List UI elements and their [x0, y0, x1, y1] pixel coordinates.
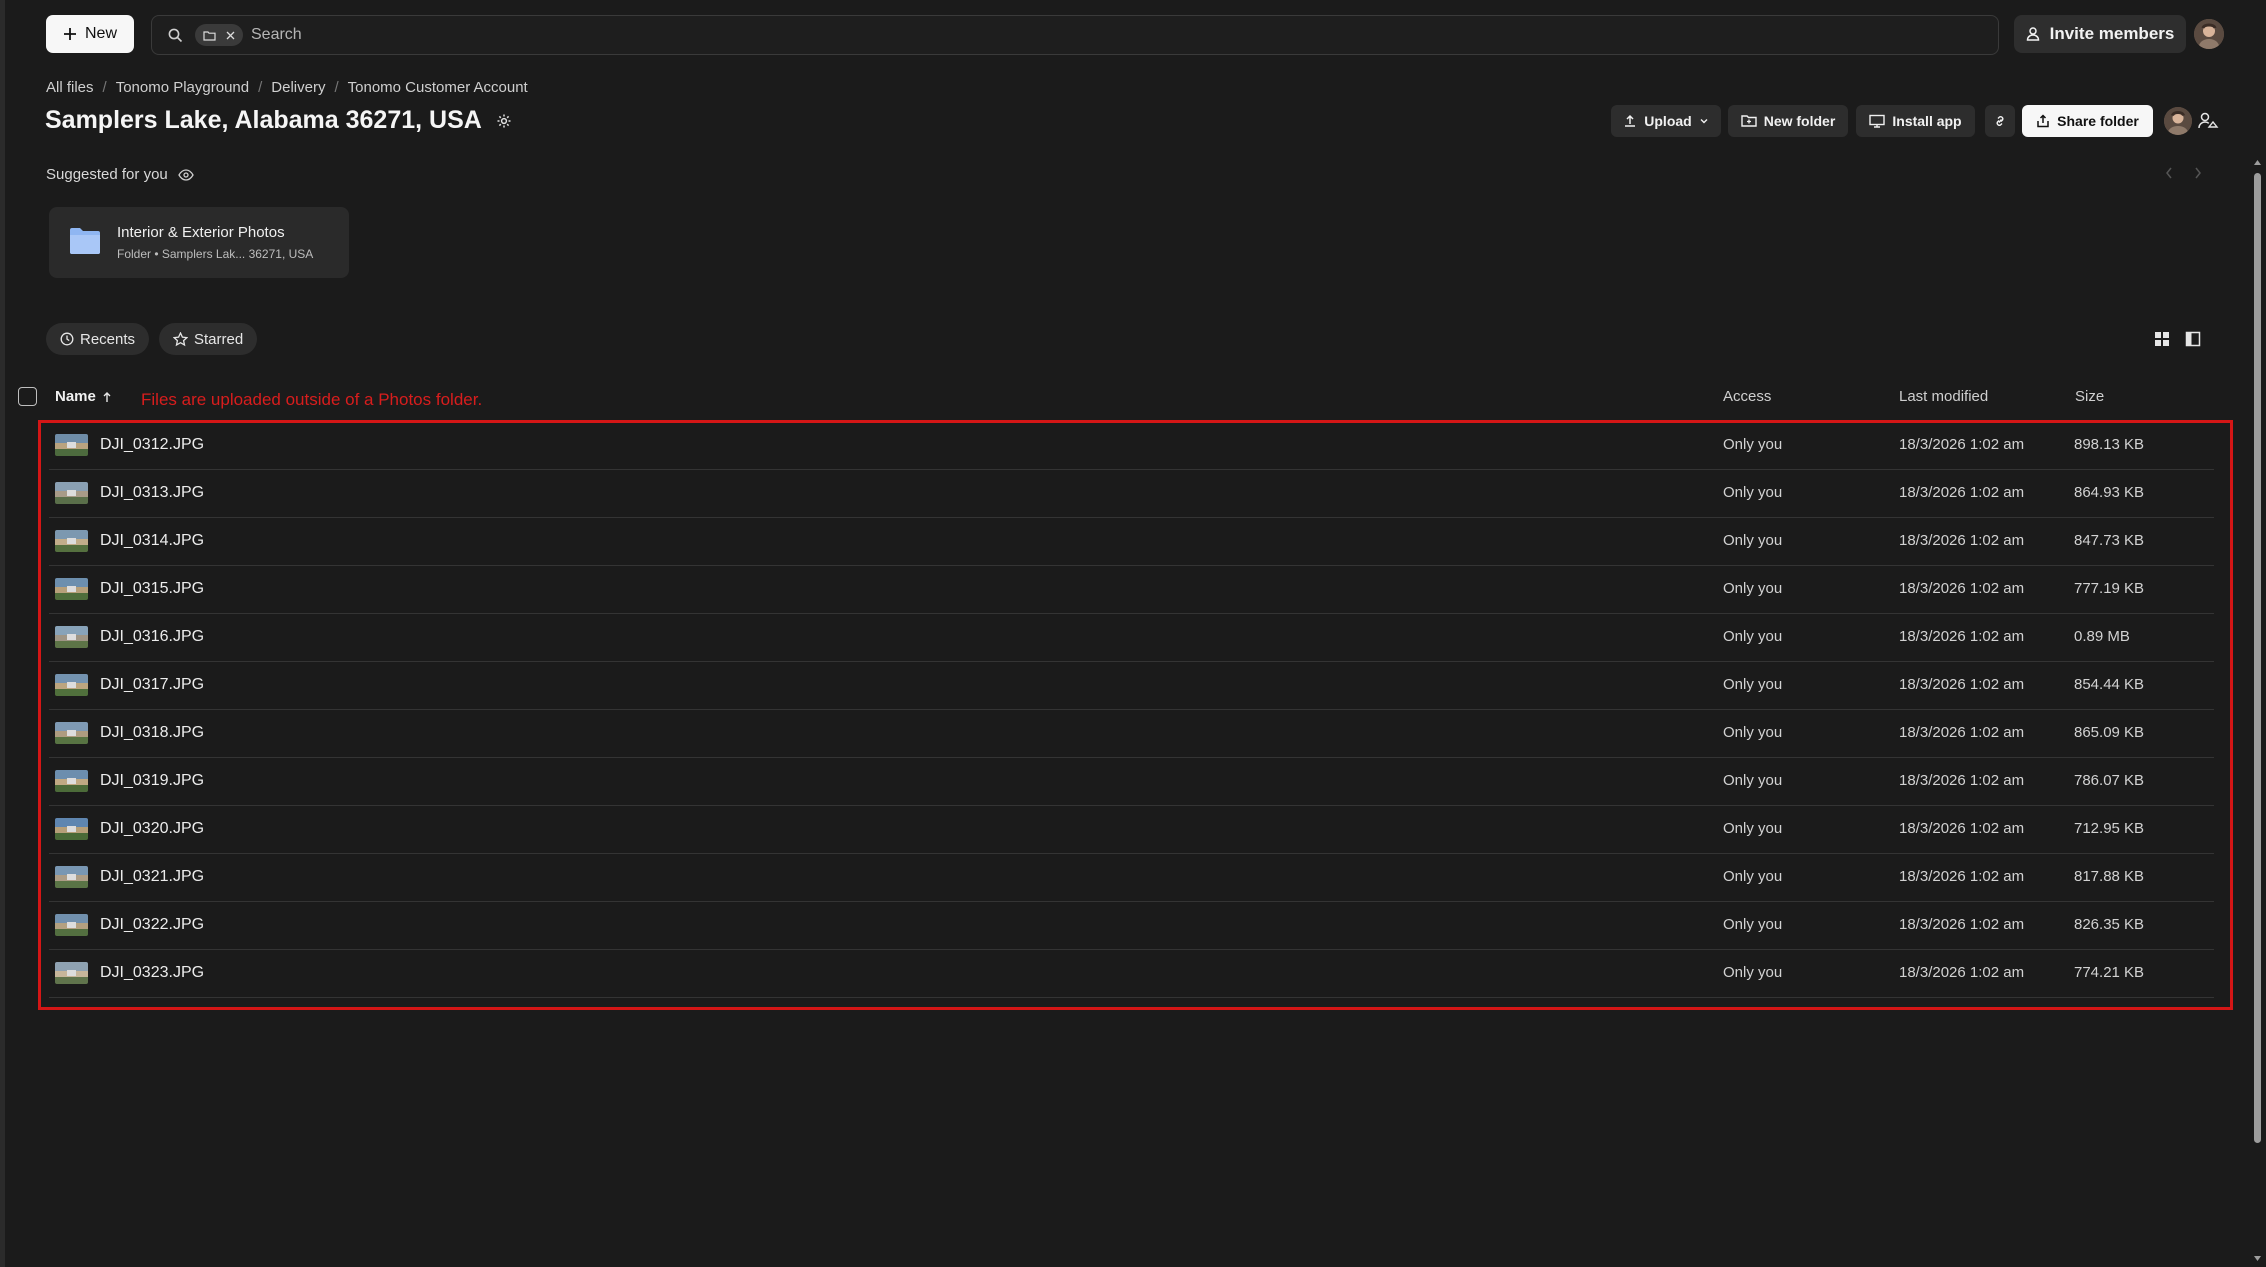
suggested-folder-name: Interior & Exterior Photos [117, 224, 285, 241]
share-icon [2036, 114, 2050, 128]
column-header-size[interactable]: Size [2075, 388, 2104, 405]
breadcrumb-customer-account[interactable]: Tonomo Customer Account [348, 79, 528, 96]
scrollbar[interactable] [2252, 155, 2262, 1267]
suggested-label: Suggested for you [46, 166, 168, 183]
member-avatar[interactable] [2164, 107, 2192, 135]
upload-icon [1623, 114, 1637, 128]
breadcrumb-tonomo-playground[interactable]: Tonomo Playground [116, 79, 249, 96]
chevron-right-icon[interactable] [2193, 166, 2203, 180]
plus-icon [63, 27, 77, 41]
settings-icon[interactable] [496, 113, 512, 129]
new-button[interactable]: New [46, 15, 134, 53]
new-folder-label: New folder [1763, 113, 1836, 129]
select-all-checkbox[interactable] [18, 387, 37, 406]
eye-icon[interactable] [178, 168, 194, 181]
install-app-label: Install app [1892, 113, 1962, 129]
search-icon [168, 28, 183, 43]
breadcrumb: All files / Tonomo Playground / Delivery… [46, 79, 528, 96]
recents-label: Recents [80, 330, 136, 348]
chevron-left-icon[interactable] [2164, 166, 2174, 180]
chevron-down-icon [1699, 116, 1709, 126]
breadcrumb-separator: / [102, 79, 107, 96]
recents-filter[interactable]: Recents [46, 323, 150, 355]
share-folder-label: Share folder [2057, 113, 2139, 129]
search-bar[interactable]: Search [151, 15, 1999, 55]
suggested-header: Suggested for you [46, 166, 194, 183]
starred-label: Starred [194, 330, 244, 348]
panel-view-icon[interactable] [2185, 331, 2201, 347]
column-header-access[interactable]: Access [1723, 388, 1771, 405]
folder-icon [69, 227, 101, 255]
copy-link-button[interactable] [1985, 105, 2015, 137]
page-title-row: Samplers Lake, Alabama 36271, USA [45, 106, 512, 135]
avatar[interactable] [2194, 19, 2224, 49]
column-header-last-modified[interactable]: Last modified [1899, 388, 1988, 405]
annotation-highlight-box [38, 420, 2233, 1010]
breadcrumb-delivery[interactable]: Delivery [271, 79, 325, 96]
scroll-down-icon[interactable] [2253, 1255, 2262, 1262]
folder-scope-chip[interactable] [195, 24, 243, 46]
upload-button[interactable]: Upload [1611, 105, 1721, 137]
annotation-text: Files are uploaded outside of a Photos f… [141, 390, 483, 409]
column-name-label: Name [55, 388, 96, 405]
suggested-folder-card[interactable]: Interior & Exterior Photos Folder • Samp… [49, 207, 349, 278]
close-icon[interactable] [226, 31, 235, 40]
install-app-button[interactable]: Install app [1856, 105, 1975, 137]
scrollbar-thumb[interactable] [2254, 173, 2261, 1143]
search-input[interactable]: Search [251, 26, 302, 44]
folder-icon [203, 30, 216, 41]
scroll-up-icon[interactable] [2253, 159, 2262, 166]
share-folder-button[interactable]: Share folder [2022, 105, 2153, 137]
breadcrumb-all-files[interactable]: All files [46, 79, 94, 96]
new-button-label: New [84, 25, 117, 42]
person-add-icon [2026, 26, 2042, 42]
new-folder-icon [1741, 114, 1757, 128]
monitor-icon [1869, 114, 1886, 128]
starred-filter[interactable]: Starred [159, 323, 258, 355]
star-icon [173, 331, 188, 347]
page-title: Samplers Lake, Alabama 36271, USA [45, 106, 482, 134]
suggested-folder-meta: Folder • Samplers Lak... 36271, USA [117, 247, 314, 261]
new-folder-button[interactable]: New folder [1728, 105, 1848, 137]
breadcrumb-separator: / [258, 79, 263, 96]
grid-view-icon[interactable] [2154, 331, 2170, 347]
clock-icon [60, 332, 74, 346]
window-edge [0, 0, 5, 1267]
sort-arrow-up-icon [102, 391, 112, 403]
manage-access-icon[interactable] [2197, 110, 2219, 132]
upload-label: Upload [1644, 113, 1692, 129]
column-header-name[interactable]: Name [55, 388, 112, 405]
invite-members-button[interactable]: Invite members [2014, 15, 2186, 53]
link-icon [1993, 114, 2007, 128]
breadcrumb-separator: / [334, 79, 339, 96]
invite-members-label: Invite members [2049, 24, 2175, 43]
